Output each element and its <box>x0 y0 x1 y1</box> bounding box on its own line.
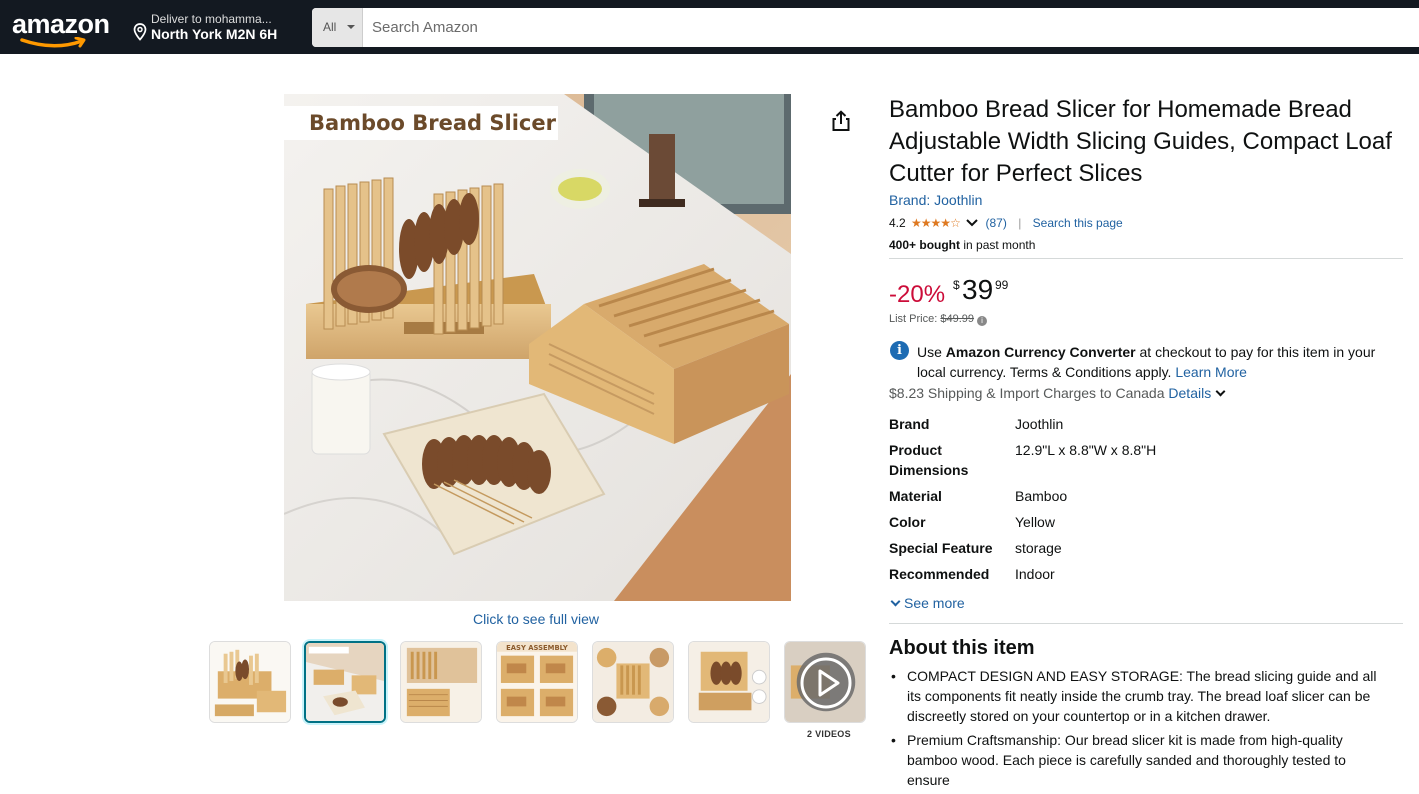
rating-value: 4.2 <box>889 215 906 230</box>
star-rating-icon[interactable]: ★★★★☆ <box>911 216 961 230</box>
currency-converter-note: Use Amazon Currency Converter at checkou… <box>917 342 1397 382</box>
shipping-text: $8.23 Shipping & Import Charges to Canad… <box>889 385 1169 401</box>
spec-key: Special Feature <box>889 540 993 556</box>
videos-count-label: 2 VIDEOS <box>807 729 851 739</box>
spec-value: Yellow <box>1015 514 1055 530</box>
deliver-to-postal: North York M2N 6H <box>151 26 278 42</box>
product-title: Bamboo Bread Slicer for Homemade Bread A… <box>889 96 1392 187</box>
thumbnail-3[interactable] <box>400 641 482 723</box>
thumbnail-video[interactable] <box>784 641 866 723</box>
spec-key: Color <box>889 514 926 530</box>
price-currency: $ <box>953 278 960 292</box>
image-overlay-label: Bamboo Bread Slicer <box>284 106 558 140</box>
svg-text:EASY ASSEMBLY: EASY ASSEMBLY <box>506 644 568 652</box>
shipping-charges: $8.23 Shipping & Import Charges to Canad… <box>889 385 1226 401</box>
see-more-label: See more <box>904 595 965 611</box>
full-view-link[interactable]: Click to see full view <box>473 611 599 627</box>
bought-period: in past month <box>960 238 1036 252</box>
thumbnail-image <box>401 642 481 722</box>
spec-value: storage <box>1015 540 1062 556</box>
product-photo <box>284 94 791 601</box>
about-bullets: COMPACT DESIGN AND EASY STORAGE: The bre… <box>889 666 1389 794</box>
list-price-label: List Price: <box>889 313 941 325</box>
logo-smile-icon <box>20 37 86 48</box>
bought-in-past-month: 400+ bought in past month <box>889 238 1035 252</box>
thumbnail-1[interactable] <box>209 641 291 723</box>
learn-more-link[interactable]: Learn More <box>1175 364 1247 380</box>
thumbnail-image <box>689 642 769 722</box>
search-input[interactable] <box>364 8 1414 47</box>
amazon-logo[interactable]: amazon <box>12 9 112 49</box>
see-more-link[interactable]: See more <box>890 595 965 611</box>
search-category-label: All <box>323 20 337 34</box>
brand-link[interactable]: Brand: Joothlin <box>889 192 982 208</box>
info-icon[interactable]: i <box>977 316 988 326</box>
top-nav-bar: amazon Deliver to mohamma... North York … <box>0 0 1419 54</box>
spec-key: Material <box>889 488 942 504</box>
discount-percent: -20% <box>889 281 946 308</box>
spec-value: Indoor <box>1015 566 1055 582</box>
spec-key: Recommended <box>889 566 990 582</box>
info-icon: i <box>890 341 909 360</box>
thumbnail-5[interactable] <box>592 641 674 723</box>
currency-note-text: Use <box>917 344 946 360</box>
divider <box>889 623 1403 624</box>
separator: | <box>1018 215 1022 230</box>
rating-row: 4.2 ★★★★☆ (87) | Search this page <box>889 215 1123 233</box>
thumbnail-image <box>210 642 290 722</box>
ratings-count-link[interactable]: (87) <box>986 216 1007 230</box>
deliver-to-label: Deliver to mohamma... <box>151 12 272 26</box>
search-this-page-link[interactable]: Search this page <box>1033 216 1123 230</box>
play-icon <box>800 657 852 709</box>
thumbnail-4[interactable]: EASY ASSEMBLY <box>496 641 578 723</box>
about-bullet: COMPACT DESIGN AND EASY STORAGE: The bre… <box>889 666 1389 726</box>
price-whole: 39 <box>962 274 994 305</box>
list-price: List Price: $49.99 i <box>889 313 988 326</box>
thumbnail-image <box>306 643 384 721</box>
spec-key: Product Dimensions <box>889 442 969 478</box>
divider <box>889 258 1403 259</box>
thumbnail-image <box>593 642 673 722</box>
about-bullet: Premium Craftsmanship: Our bread slicer … <box>889 730 1389 790</box>
spec-value: Bamboo <box>1015 488 1068 504</box>
chevron-down-icon[interactable] <box>965 216 979 230</box>
spec-value: 12.9"L x 8.8"W x 8.8"H <box>1015 442 1157 458</box>
thumbnail-6[interactable] <box>688 641 770 723</box>
list-price-value: $49.99 <box>940 313 975 325</box>
search-category-dropdown[interactable]: All <box>312 8 363 47</box>
location-pin-icon <box>133 23 147 41</box>
thumbnail-2[interactable] <box>304 641 386 723</box>
currency-note-bold: Amazon Currency Converter <box>945 344 1136 360</box>
logo-text: amazon <box>12 9 110 39</box>
main-product-image[interactable]: Bamboo Bread Slicer <box>284 94 791 601</box>
caret-down-icon <box>347 25 355 29</box>
chevron-down-icon[interactable] <box>1215 386 1226 397</box>
share-icon[interactable] <box>830 110 852 132</box>
bought-count: 400+ bought <box>889 238 961 252</box>
spec-value: Joothlin <box>1015 416 1064 432</box>
chevron-down-icon <box>890 596 901 607</box>
price-fraction: 99 <box>995 278 1009 292</box>
spec-key: Brand <box>889 416 930 432</box>
search-bar: All <box>312 8 1419 47</box>
shipping-details-link[interactable]: Details <box>1168 385 1211 401</box>
about-heading: About this item <box>889 637 1035 659</box>
thumbnail-image: EASY ASSEMBLY <box>497 642 577 722</box>
